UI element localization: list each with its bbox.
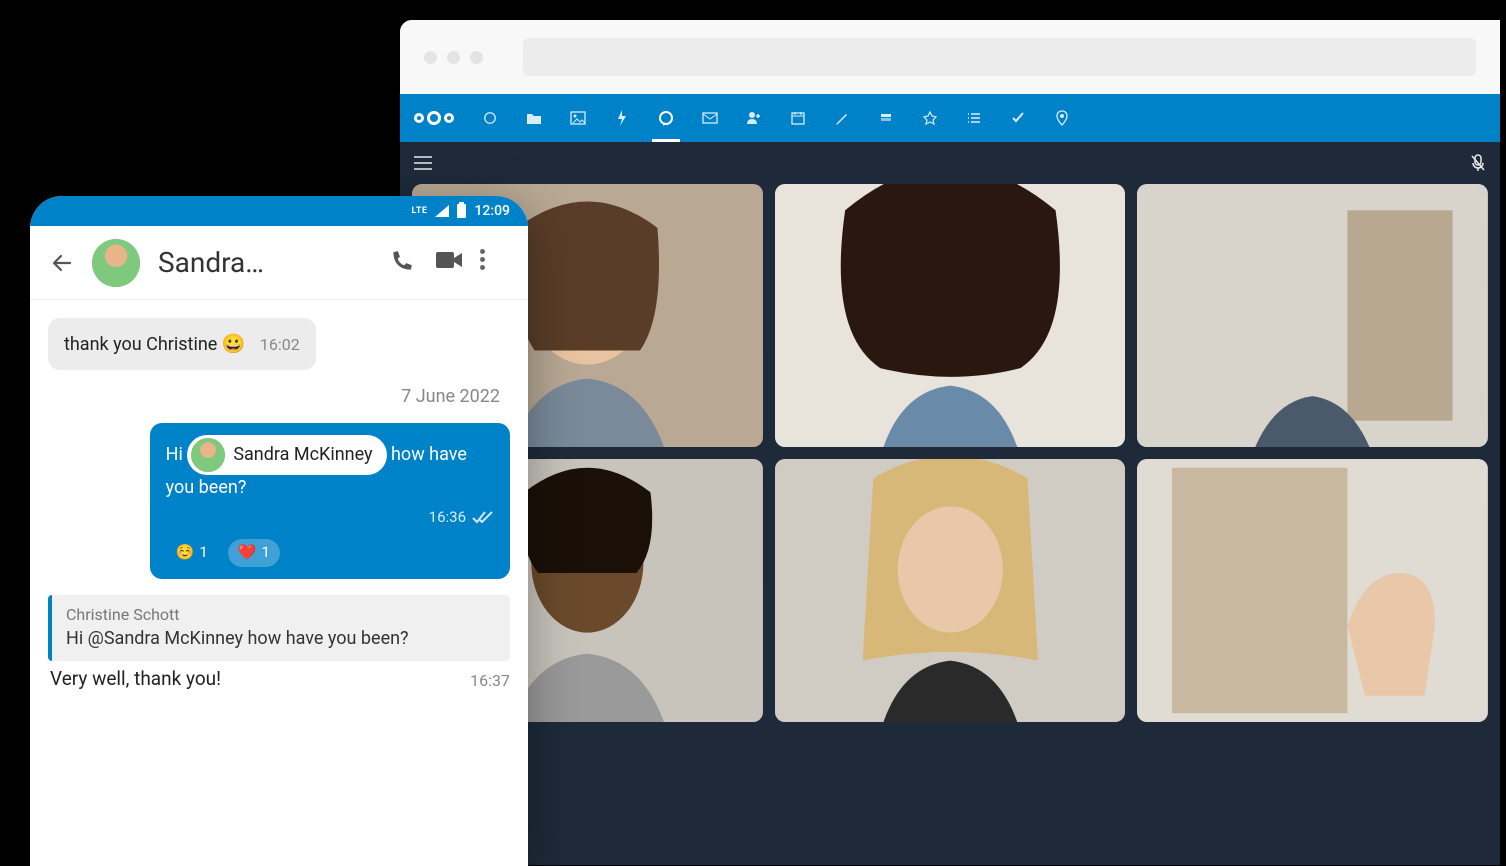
voice-call-icon[interactable] (388, 249, 416, 277)
signal-icon (435, 205, 449, 217)
phone-mockup: LTE 12:09 Sandra… thank you Christine 😀 … (30, 196, 528, 866)
read-receipt-icon (472, 511, 494, 525)
reactions: ☺️ 1 ❤️ 1 (166, 539, 494, 567)
more-menu-icon[interactable] (480, 249, 508, 277)
window-maximize-icon[interactable] (470, 51, 483, 64)
chat-header: Sandra… (30, 226, 528, 300)
dashboard-icon[interactable] (482, 110, 498, 126)
reaction-count: 1 (199, 542, 207, 564)
contacts-icon[interactable] (746, 110, 762, 126)
network-label: LTE (411, 206, 427, 216)
mention-name: Sandra McKinney (233, 442, 372, 468)
window-controls (424, 51, 483, 64)
phone-status-bar: LTE 12:09 (30, 196, 528, 226)
quoted-text: Hi @Sandra McKinney how have you been? (66, 626, 496, 651)
video-call-area (400, 142, 1500, 865)
quoted-author: Christine Schott (66, 605, 496, 624)
video-tile[interactable] (775, 184, 1126, 447)
video-tile[interactable] (1137, 184, 1488, 447)
message-time: 16:37 (470, 671, 510, 690)
status-time: 12:09 (474, 203, 510, 219)
reaction-count: 1 (261, 542, 269, 564)
quoted-message[interactable]: Christine Schott Hi @Sandra McKinney how… (48, 595, 510, 661)
video-grid (400, 184, 1500, 734)
date-separator: 7 June 2022 (48, 386, 510, 407)
activity-icon[interactable] (614, 110, 630, 126)
contact-avatar[interactable] (92, 239, 140, 287)
battery-icon (457, 204, 466, 218)
calendar-icon[interactable] (790, 110, 806, 126)
smile-emoji-icon: ☺️ (176, 542, 195, 564)
mail-icon[interactable] (702, 110, 718, 126)
maps-icon[interactable] (1054, 110, 1070, 126)
messages-list: thank you Christine 😀 16:02 7 June 2022 … (30, 300, 528, 708)
url-bar[interactable] (523, 38, 1476, 76)
files-icon[interactable] (526, 110, 542, 126)
photos-icon[interactable] (570, 110, 586, 126)
video-call-icon[interactable] (434, 249, 462, 277)
sidebar-toggle-icon[interactable] (414, 156, 432, 170)
video-tile[interactable] (1137, 459, 1488, 722)
app-header (400, 94, 1500, 142)
cookbook-icon[interactable] (922, 110, 938, 126)
tasks-check-icon[interactable] (1010, 110, 1026, 126)
notes-icon[interactable] (834, 110, 850, 126)
window-close-icon[interactable] (424, 51, 437, 64)
reaction[interactable]: ❤️ 1 (228, 539, 280, 567)
message-time: 16:02 (260, 335, 300, 354)
call-topbar (400, 142, 1500, 184)
app-nav (482, 110, 1070, 126)
back-icon[interactable] (50, 251, 74, 275)
mention-chip[interactable]: Sandra McKinney (187, 435, 386, 475)
talk-icon[interactable] (658, 110, 674, 126)
nextcloud-logo-icon[interactable] (414, 111, 454, 125)
chat-title[interactable]: Sandra… (158, 246, 370, 279)
deck-icon[interactable] (878, 110, 894, 126)
message-text-prefix: Hi (166, 444, 188, 465)
heart-emoji-icon: ❤️ (238, 542, 257, 564)
grin-emoji-icon: 😀 (222, 332, 246, 355)
message-text: Very well, thank you! (50, 667, 221, 690)
mic-muted-icon[interactable] (1470, 154, 1486, 172)
browser-chrome (400, 20, 1500, 94)
message-bubble[interactable]: Hi Sandra McKinney how have you been? 16… (150, 423, 510, 579)
video-tile[interactable] (775, 459, 1126, 722)
browser-window (400, 20, 1500, 865)
message-incoming: thank you Christine 😀 16:02 (48, 318, 510, 370)
message-time: 16:36 (429, 507, 466, 529)
message-text: thank you Christine (64, 334, 222, 355)
message-outgoing: Hi Sandra McKinney how have you been? 16… (48, 423, 510, 579)
mention-avatar (191, 438, 225, 472)
message-bubble[interactable]: thank you Christine 😀 16:02 (48, 318, 316, 370)
window-minimize-icon[interactable] (447, 51, 460, 64)
message-reply: Christine Schott Hi @Sandra McKinney how… (48, 595, 510, 690)
tasks-list-icon[interactable] (966, 110, 982, 126)
reaction[interactable]: ☺️ 1 (166, 539, 218, 567)
